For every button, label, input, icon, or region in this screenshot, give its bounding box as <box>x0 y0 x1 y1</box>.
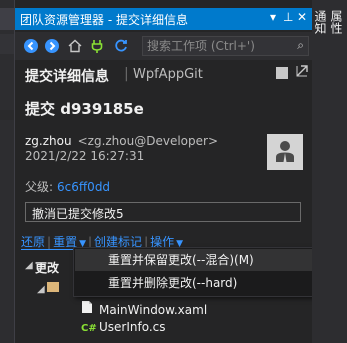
xaml-file-icon <box>81 300 93 317</box>
commit-message: 撤消已提交修改5 <box>25 202 301 222</box>
collapse-caret-icon[interactable]: ◢ <box>37 284 45 295</box>
csharp-file-icon: C# <box>81 323 97 334</box>
right-dock: 通知 属性 <box>312 0 347 343</box>
left-panel-strip <box>0 0 14 343</box>
connect-plug-icon[interactable] <box>89 38 105 54</box>
folder-icon <box>47 282 59 292</box>
search-input[interactable] <box>147 38 287 54</box>
parent-commit: 父级: 6c6ff0dd <box>25 178 110 195</box>
expand-arrow-icon[interactable] <box>294 63 310 79</box>
author-name: zg.zhou <box>25 134 72 148</box>
author-email: <zg.zhou@Developer> <box>77 134 219 148</box>
file-item[interactable]: MainWindow.xaml <box>81 300 207 317</box>
title-separator: | <box>124 66 129 82</box>
close-icon[interactable]: ✕ <box>297 10 307 24</box>
toolbar: ⌕ <box>15 32 312 60</box>
home-icon[interactable] <box>67 38 83 54</box>
parent-label: 父级: <box>25 180 54 194</box>
forward-icon[interactable] <box>44 38 60 54</box>
commit-author: zg.zhou <zg.zhou@Developer> <box>25 134 218 148</box>
back-icon[interactable] <box>23 38 39 54</box>
commit-date: 2021/2/22 16:27:31 <box>25 149 145 163</box>
team-explorer-panel: 团队资源管理器 - 提交详细信息 ▾ ⊥ ✕ ⌕ 提交详细信息 | WpfApp… <box>14 0 317 343</box>
page-title: 提交详细信息 <box>25 69 109 85</box>
file-name: MainWindow.xaml <box>99 303 208 317</box>
tab-notifications[interactable]: 通知 <box>313 10 329 34</box>
dropdown-icon[interactable]: ▾ <box>270 10 276 24</box>
file-name: UserInfo.cs <box>99 320 166 334</box>
changes-header[interactable]: 更改 <box>35 259 59 276</box>
avatar <box>267 134 303 170</box>
panel-title: 团队资源管理器 - 提交详细信息 <box>20 13 188 27</box>
reset-dropdown-menu: 重置并保留更改(--混合)(M) 重置并删除更改(--hard) <box>73 247 317 297</box>
pin-icon[interactable]: ⊥ <box>283 10 293 24</box>
panel-title-bar[interactable]: 团队资源管理器 - 提交详细信息 ▾ ⊥ ✕ <box>15 8 312 30</box>
search-box[interactable]: ⌕ <box>142 36 309 56</box>
repo-name: WpfAppGit <box>133 67 203 82</box>
menu-item-reset-hard[interactable]: 重置并删除更改(--hard) <box>75 272 315 294</box>
tab-properties[interactable]: 属性 <box>329 10 345 34</box>
search-icon[interactable]: ⌕ <box>297 38 304 53</box>
collapse-caret-icon[interactable]: ◢ <box>25 260 33 271</box>
menu-item-reset-mixed[interactable]: 重置并保留更改(--混合)(M) <box>75 249 315 271</box>
refresh-icon[interactable] <box>113 38 129 54</box>
parent-hash-link[interactable]: 6c6ff0dd <box>57 180 110 194</box>
commit-title: 提交 d939185e <box>25 100 144 118</box>
revert-link[interactable]: 还原 <box>21 235 45 249</box>
user-icon <box>276 141 294 162</box>
restore-icon[interactable] <box>275 66 289 80</box>
file-item[interactable]: C# UserInfo.cs <box>81 320 166 334</box>
